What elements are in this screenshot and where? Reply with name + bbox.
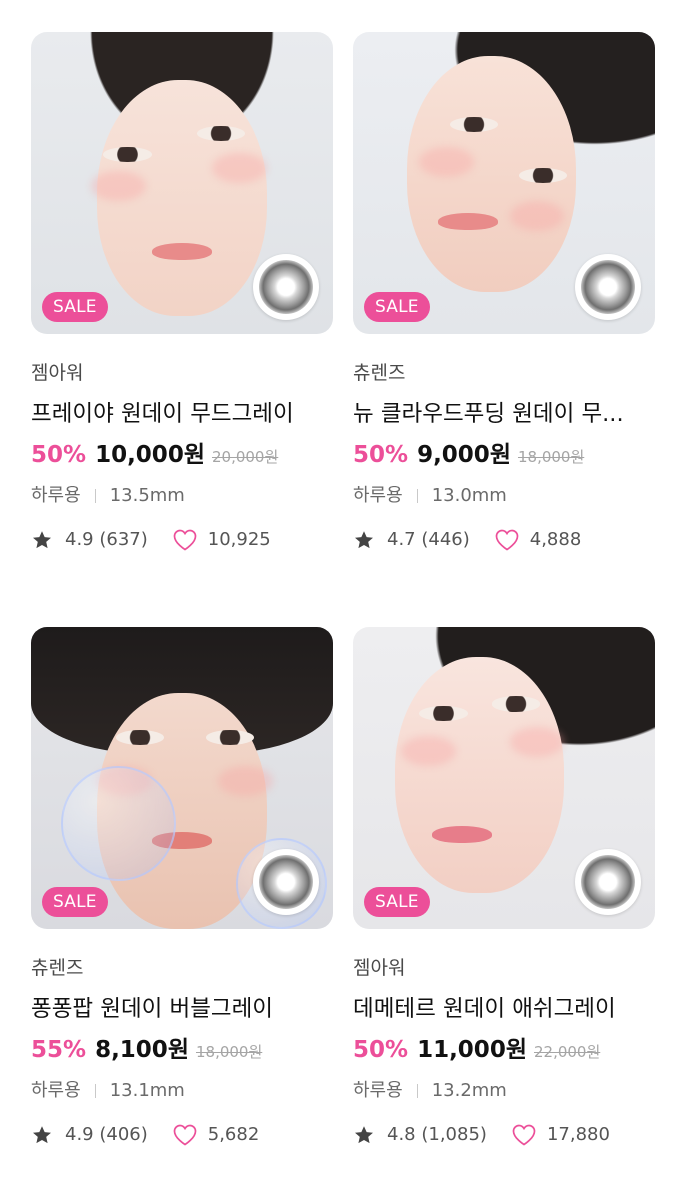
discount-rate: 50% — [353, 1037, 409, 1063]
sale-price: 9,000원 — [417, 442, 511, 468]
product-stats: 4.9 (637) 10,925 — [31, 527, 333, 553]
sale-badge: SALE — [42, 887, 108, 917]
likes-count: 5,682 — [207, 1124, 260, 1145]
original-price: 18,000원 — [517, 448, 585, 466]
star-icon — [33, 1126, 51, 1144]
product-stats: 4.8 (1,085) 17,880 — [353, 1122, 655, 1148]
product-image[interactable]: SALE — [353, 627, 655, 929]
rating-text: 4.9 (637) — [65, 529, 148, 550]
product-image[interactable]: SALE — [353, 32, 655, 334]
lens-diameter: 13.5mm — [109, 485, 185, 506]
product-image[interactable]: SALE — [31, 32, 333, 334]
original-price: 20,000원 — [211, 448, 279, 466]
price-row: 50% 10,000원 20,000원 — [31, 438, 333, 474]
sale-badge: SALE — [364, 887, 430, 917]
product-card[interactable]: SALE 츄렌즈 퐁퐁팝 원데이 버블그레이 55% 8,100원 18,000… — [31, 627, 333, 1148]
usage-period: 하루용 — [353, 485, 403, 506]
product-specs: 하루용 13.2mm — [353, 1078, 655, 1104]
divider — [94, 1084, 96, 1098]
discount-rate: 55% — [31, 1037, 87, 1063]
rating-text: 4.7 (446) — [387, 529, 470, 550]
heart-icon[interactable] — [494, 528, 520, 552]
product-card[interactable]: SALE 츄렌즈 뉴 클라우드푸딩 원데이 무... 50% 9,000원 18… — [353, 32, 655, 553]
product-image[interactable]: SALE — [31, 627, 333, 929]
sale-badge: SALE — [364, 292, 430, 322]
heart-icon[interactable] — [172, 1123, 198, 1147]
divider — [416, 489, 418, 503]
product-title[interactable]: 뉴 클라우드푸딩 원데이 무... — [353, 398, 655, 430]
product-specs: 하루용 13.1mm — [31, 1078, 333, 1104]
divider — [416, 1084, 418, 1098]
price-row: 50% 11,000원 22,000원 — [353, 1033, 655, 1069]
sale-price: 8,100원 — [95, 1037, 189, 1063]
product-specs: 하루용 13.0mm — [353, 483, 655, 509]
star-icon — [355, 1126, 373, 1144]
sale-price: 10,000원 — [95, 442, 205, 468]
rating-text: 4.9 (406) — [65, 1124, 148, 1145]
product-card[interactable]: SALE 젬아워 프레이야 원데이 무드그레이 50% 10,000원 20,0… — [31, 32, 333, 553]
discount-rate: 50% — [353, 442, 409, 468]
usage-period: 하루용 — [31, 1080, 81, 1101]
sale-price: 11,000원 — [417, 1037, 527, 1063]
product-title[interactable]: 퐁퐁팝 원데이 버블그레이 — [31, 993, 333, 1025]
rating-text: 4.8 (1,085) — [387, 1124, 487, 1145]
lens-diameter: 13.0mm — [431, 485, 507, 506]
discount-rate: 50% — [31, 442, 87, 468]
lens-diameter: 13.1mm — [109, 1080, 185, 1101]
likes-count: 17,880 — [546, 1124, 610, 1145]
lens-icon — [253, 254, 319, 320]
heart-icon[interactable] — [172, 528, 198, 552]
heart-icon[interactable] — [511, 1123, 537, 1147]
product-specs: 하루용 13.5mm — [31, 483, 333, 509]
star-icon — [355, 531, 373, 549]
product-title[interactable]: 데메테르 원데이 애쉬그레이 — [353, 993, 655, 1025]
lens-icon — [575, 254, 641, 320]
price-row: 50% 9,000원 18,000원 — [353, 438, 655, 474]
lens-icon — [253, 849, 319, 915]
likes-count: 4,888 — [529, 529, 582, 550]
product-grid: SALE 젬아워 프레이야 원데이 무드그레이 50% 10,000원 20,0… — [0, 0, 686, 1200]
price-row: 55% 8,100원 18,000원 — [31, 1033, 333, 1069]
product-card[interactable]: SALE 젬아워 데메테르 원데이 애쉬그레이 50% 11,000원 22,0… — [353, 627, 655, 1148]
product-stats: 4.9 (406) 5,682 — [31, 1122, 333, 1148]
product-brand[interactable]: 젬아워 — [31, 360, 333, 386]
sale-badge: SALE — [42, 292, 108, 322]
likes-count: 10,925 — [207, 529, 271, 550]
lens-diameter: 13.2mm — [431, 1080, 507, 1101]
divider — [94, 489, 96, 503]
usage-period: 하루용 — [353, 1080, 403, 1101]
star-icon — [33, 531, 51, 549]
original-price: 18,000원 — [195, 1043, 263, 1061]
original-price: 22,000원 — [533, 1043, 601, 1061]
product-brand[interactable]: 츄렌즈 — [353, 360, 655, 386]
product-stats: 4.7 (446) 4,888 — [353, 527, 655, 553]
product-title[interactable]: 프레이야 원데이 무드그레이 — [31, 398, 333, 430]
product-brand[interactable]: 젬아워 — [353, 955, 655, 981]
lens-icon — [575, 849, 641, 915]
product-brand[interactable]: 츄렌즈 — [31, 955, 333, 981]
usage-period: 하루용 — [31, 485, 81, 506]
